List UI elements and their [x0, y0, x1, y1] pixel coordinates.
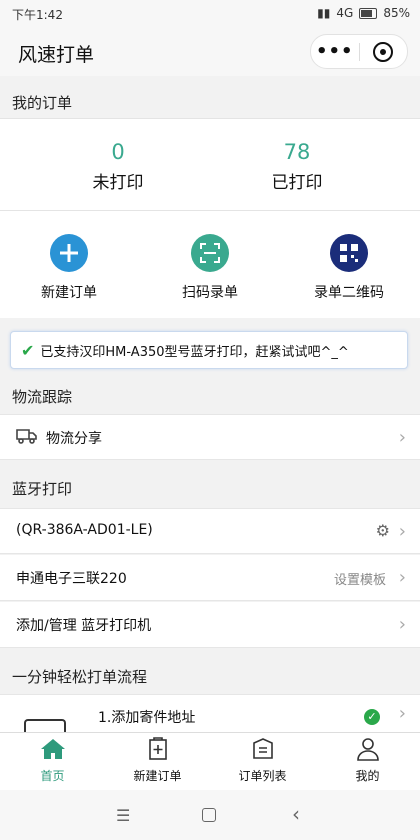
unprinted-label: 未打印	[92, 173, 144, 193]
tab-mine-label: 我的	[355, 769, 380, 783]
plus-icon	[50, 234, 88, 272]
chevron-right-icon: ›	[398, 427, 406, 448]
logistics-share-row[interactable]: 物流分享 ›	[0, 414, 420, 460]
template-name: 申通电子三联220	[16, 571, 127, 587]
check-icon: ✔	[21, 340, 35, 360]
miniprogram-capsule: •••	[310, 34, 408, 69]
menu-icon[interactable]: ☰	[116, 806, 130, 825]
order-list-icon	[252, 738, 273, 759]
printed-count: 78	[283, 140, 311, 164]
bluetooth-device-row[interactable]: (QR-386A-AD01-LE) ⚙ ›	[0, 508, 420, 554]
battery-icon	[359, 7, 378, 19]
manage-printer-label: 添加/管理 蓝牙打印机	[16, 618, 152, 634]
target-icon	[373, 41, 394, 62]
template-action[interactable]: 设置模板	[334, 569, 386, 588]
tab-new-order[interactable]: 新建订单	[105, 737, 210, 784]
new-order-label: 新建订单	[41, 285, 97, 301]
tab-home[interactable]: 首页	[0, 737, 105, 784]
tab-mine[interactable]: 我的	[315, 737, 420, 784]
new-order-icon	[148, 737, 167, 760]
flow-header: 一分钟轻松打单流程	[0, 662, 420, 692]
notice-banner[interactable]: ✔ 已支持汉印HM-A350型号蓝牙打印，赶紧试试吧^_^	[10, 331, 408, 369]
qrcode-icon	[330, 234, 368, 272]
logistics-share-label: 物流分享	[46, 431, 102, 447]
orders-header: 我的订单	[0, 88, 420, 118]
unprinted-count: 0	[111, 140, 125, 164]
flow-step-row[interactable]: 1.添加寄件地址 ✓ ›	[0, 694, 420, 741]
tab-order-list[interactable]: 订单列表	[210, 737, 315, 784]
system-nav-bar: ☰ ‹	[0, 790, 420, 840]
tab-bar: 首页 新建订单 订单列表 我的	[0, 732, 420, 791]
scan-icon	[191, 234, 229, 272]
flow-step-1: 1.添加寄件地址	[98, 710, 196, 726]
new-order-button[interactable]: 新建订单	[9, 234, 129, 302]
page-title: 风速打单	[18, 44, 95, 66]
home-button-icon[interactable]	[202, 808, 216, 822]
chevron-right-icon: ›	[398, 567, 406, 588]
chevron-right-icon: ›	[398, 521, 406, 542]
gear-icon[interactable]: ⚙	[376, 521, 390, 540]
bluetooth-device-name: (QR-386A-AD01-LE)	[16, 522, 153, 538]
nav-bar: 风速打单 •••	[0, 28, 420, 76]
battery-level: 85%	[383, 6, 410, 20]
more-button[interactable]: •••	[311, 41, 359, 62]
logistics-header: 物流跟踪	[0, 382, 420, 412]
tab-new-order-label: 新建订单	[133, 769, 182, 783]
done-check-icon: ✓	[364, 709, 380, 725]
user-icon	[356, 738, 379, 761]
printed-label: 已打印	[271, 173, 323, 193]
status-bar: 下午1:42 ▮▮ 4G 85%	[0, 0, 420, 28]
network-type: 4G	[336, 6, 354, 20]
printed-stat[interactable]: 78 已打印	[227, 140, 367, 193]
truck-icon	[16, 427, 38, 449]
notice-text: 已支持汉印HM-A350型号蓝牙打印，赶紧试试吧^_^	[40, 344, 349, 360]
signal-icon: ▮▮	[317, 6, 331, 20]
status-time: 下午1:42	[12, 8, 63, 22]
tab-home-label: 首页	[40, 769, 65, 783]
chevron-right-icon: ›	[398, 614, 406, 635]
bluetooth-header: 蓝牙打印	[0, 474, 420, 504]
unprinted-stat[interactable]: 0 未打印	[48, 140, 188, 193]
chevron-right-icon: ›	[398, 703, 406, 724]
back-icon[interactable]: ‹	[292, 802, 300, 826]
order-qrcode-button[interactable]: 录单二维码	[289, 234, 409, 302]
tab-order-list-label: 订单列表	[238, 769, 287, 783]
order-qrcode-label: 录单二维码	[314, 285, 384, 301]
template-row[interactable]: 申通电子三联220 设置模板 ›	[0, 555, 420, 601]
scan-order-label: 扫码录单	[182, 285, 238, 301]
scan-order-button[interactable]: 扫码录单	[150, 234, 270, 302]
home-icon	[40, 739, 65, 759]
close-button[interactable]	[360, 41, 408, 62]
manage-printer-row[interactable]: 添加/管理 蓝牙打印机 ›	[0, 602, 420, 648]
